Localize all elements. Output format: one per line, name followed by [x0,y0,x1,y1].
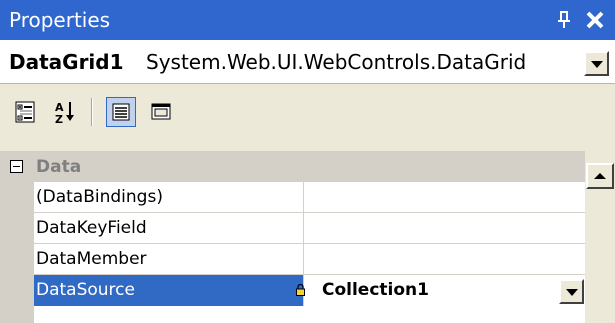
properties-icon [112,103,130,121]
property-pages-icon [151,103,171,120]
property-value[interactable] [304,182,585,212]
properties-toolbar: A Z [0,84,615,151]
object-selector[interactable]: DataGrid1 System.Web.UI.WebControls.Data… [0,40,615,84]
property-name: DataSource [34,275,304,306]
property-row-databindings[interactable]: (DataBindings) [34,182,585,213]
property-value[interactable] [304,244,585,274]
datasource-value[interactable]: Collection1 [304,275,544,306]
object-selector-dropdown-button[interactable] [584,51,609,76]
categorized-icon [15,101,35,123]
toolbar-separator [91,98,93,126]
property-pages-button[interactable] [146,97,176,127]
property-name: DataKeyField [34,213,304,243]
property-name: DataMember [34,244,304,274]
chevron-down-icon [590,60,603,68]
scroll-up-button[interactable] [586,163,614,189]
property-row-datamember[interactable]: DataMember [34,244,585,275]
property-name: (DataBindings) [34,182,304,212]
collapse-icon[interactable] [10,160,23,173]
properties-button[interactable] [106,97,136,127]
property-grid: Data (DataBindings) DataKeyField DataMem… [0,151,585,323]
alphabetical-icon: A Z [55,101,74,126]
property-row-datakeyfield[interactable]: DataKeyField [34,213,585,244]
object-type: System.Web.UI.WebControls.DataGrid [146,50,527,74]
property-value[interactable] [304,213,585,243]
category-label: Data [36,157,82,177]
property-row-datasource[interactable]: DataSource Collection1 [34,275,585,323]
chevron-down-icon [565,288,578,296]
object-name: DataGrid1 [9,50,124,74]
pin-icon[interactable] [554,7,576,31]
category-row-data[interactable]: Data [0,151,585,182]
datasource-dropdown-button[interactable] [559,279,584,304]
chevron-up-icon [594,173,606,179]
categorized-button[interactable] [10,97,40,127]
panel-title: Properties [9,8,111,32]
grid-gutter [0,182,34,323]
alphabetical-button[interactable]: A Z [50,97,80,127]
close-icon[interactable] [583,5,607,33]
properties-titlebar: Properties [0,0,615,40]
vertical-scrollbar[interactable] [585,151,615,323]
svg-text:Z: Z [55,113,63,126]
